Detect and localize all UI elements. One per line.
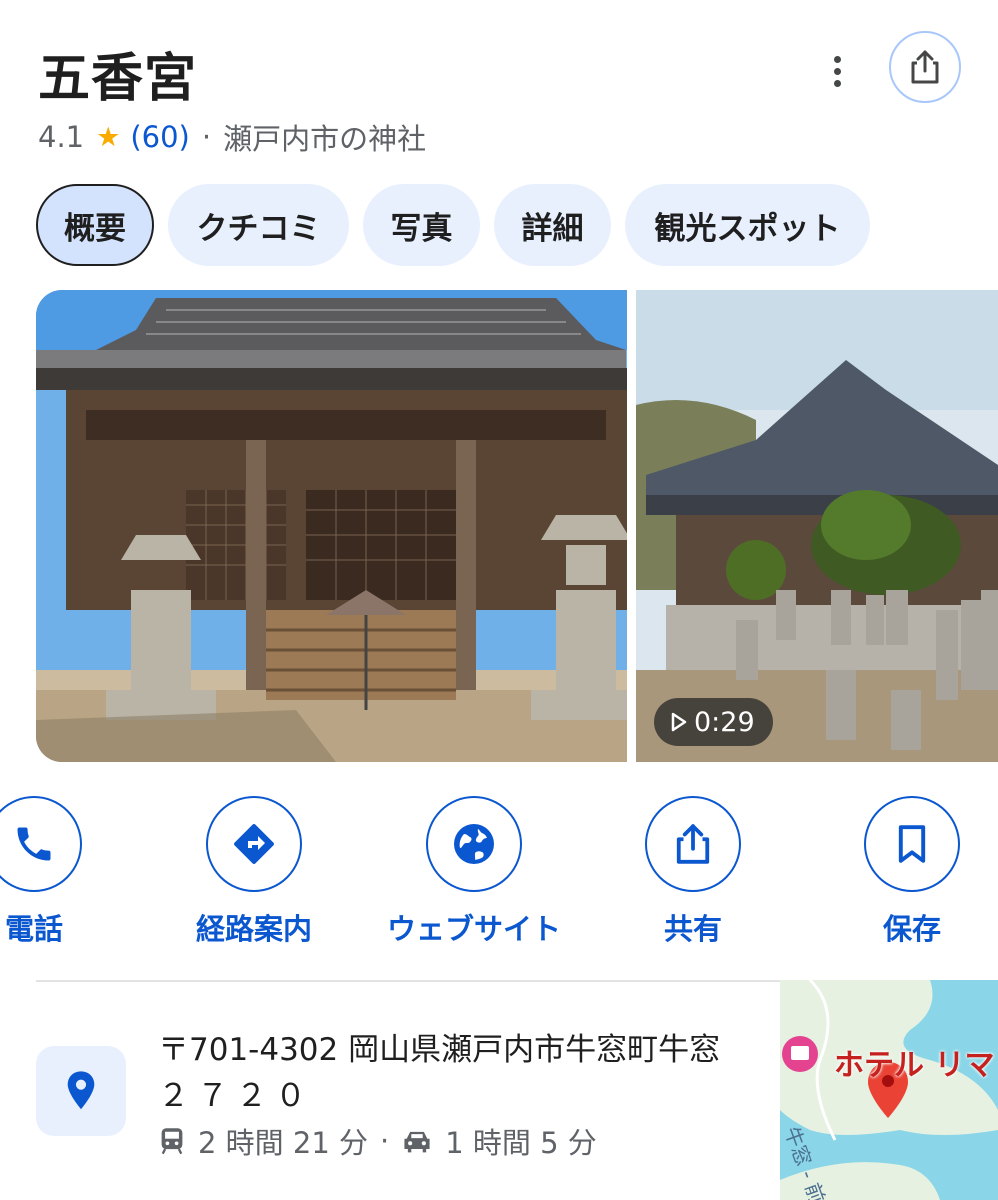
transit-time: 2 時間 21 分 — [198, 1126, 369, 1160]
location-pin-icon — [67, 1071, 95, 1110]
share-top-button[interactable] — [889, 31, 961, 103]
rating-value: 4.1 — [38, 120, 85, 154]
drive-time: 1 時間 5 分 — [445, 1126, 597, 1160]
tab-sightseeing[interactable]: 観光スポット — [625, 184, 870, 266]
star-icon: ★ — [96, 121, 121, 153]
save-label: 保存 — [882, 912, 941, 946]
save-button[interactable]: 保存 — [802, 796, 998, 948]
directions-button[interactable]: 経路案内 — [144, 796, 364, 948]
location-pin-icon-box — [36, 1046, 126, 1136]
tab-bar: 概要 クチコミ 写真 詳細 観光スポット — [36, 184, 870, 266]
place-title: 五香宮 — [38, 49, 198, 109]
more-dot-icon — [833, 79, 841, 87]
directions-icon — [234, 824, 274, 864]
travel-times: 2 時間 21 分 · 1 時間 5 分 — [158, 1120, 597, 1162]
globe-icon — [454, 824, 494, 864]
graveyard-image — [636, 290, 998, 762]
video-duration: 0:29 — [694, 706, 755, 738]
tab-photos[interactable]: 写真 — [363, 184, 480, 266]
place-category: 瀬戸内市の神社 — [223, 122, 427, 156]
review-count-link[interactable]: (60) — [130, 120, 190, 154]
bookmark-icon — [898, 825, 926, 863]
video-duration-badge[interactable]: 0:29 — [654, 698, 773, 746]
tab-overview[interactable]: 概要 — [36, 184, 154, 266]
phone-icon — [17, 827, 51, 861]
rating-row: 4.1 ★ (60) · 瀬戸内市の神社 — [38, 116, 426, 158]
tab-reviews[interactable]: クチコミ — [168, 184, 349, 266]
share-button[interactable]: 共有 — [583, 796, 803, 948]
directions-label: 経路案内 — [195, 912, 312, 946]
train-icon — [158, 1126, 186, 1156]
share-label: 共有 — [663, 912, 722, 946]
address-line-2[interactable]: ２７２０ — [158, 1070, 314, 1115]
action-bar: 電話 経路案内 ウェブサイト 共有 保存 — [0, 796, 998, 956]
car-icon — [401, 1127, 433, 1155]
shrine-photo[interactable] — [36, 290, 627, 762]
separator-dot: · — [201, 120, 212, 154]
share-icon — [911, 50, 939, 84]
more-dot-icon — [833, 55, 841, 63]
website-button[interactable]: ウェブサイト — [364, 796, 584, 948]
photo-carousel[interactable]: 0:29 — [36, 290, 998, 762]
video-thumbnail[interactable]: 0:29 — [636, 290, 998, 762]
play-icon — [671, 712, 687, 732]
more-options-button[interactable] — [818, 50, 856, 92]
address-line-1[interactable]: 〒701-4302 岡山県瀬戸内市牛窓町牛窓 — [158, 1024, 720, 1069]
call-button[interactable]: 電話 — [0, 796, 144, 948]
website-label: ウェブサイト — [386, 912, 561, 946]
separator-dot: · — [380, 1124, 390, 1158]
tab-details[interactable]: 詳細 — [494, 184, 611, 266]
call-label: 電話 — [4, 912, 63, 946]
shrine-hall-image — [36, 290, 627, 762]
share-icon — [676, 824, 710, 864]
more-dot-icon — [833, 67, 841, 75]
map-hotel-label: ホテル リマ — [834, 1048, 995, 1083]
